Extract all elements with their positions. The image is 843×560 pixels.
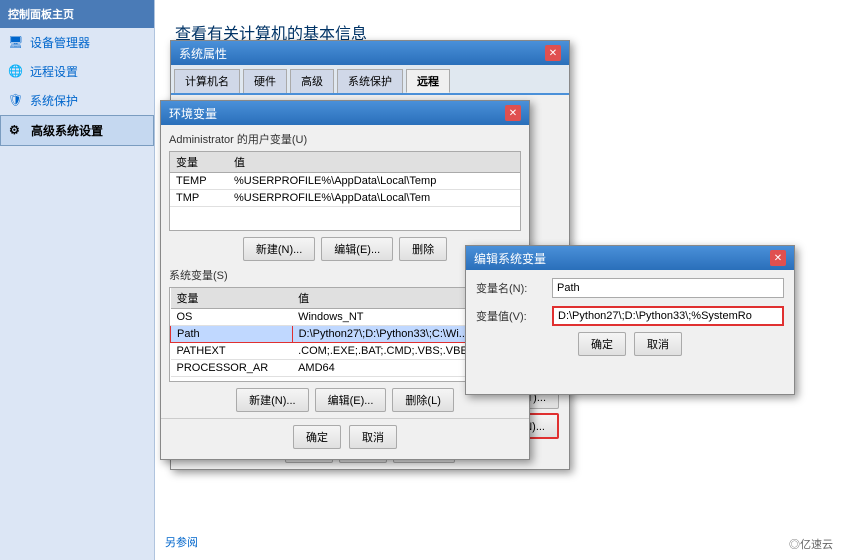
- sidebar-item-device-mgr[interactable]: 🖥 设备管理器: [0, 28, 154, 57]
- sys-var-name: PROCESSOR_AR: [171, 360, 293, 377]
- user-var-name: TMP: [170, 190, 228, 207]
- sysprop-title: 系统属性: [179, 45, 227, 62]
- varname-label: 变量名(N):: [476, 280, 546, 296]
- bottom-link: 另参阅: [165, 534, 198, 550]
- sidebar-item-remote[interactable]: 🌐 远程设置: [0, 57, 154, 86]
- envvar-titlebar: 环境变量 ✕: [161, 101, 529, 125]
- envvar-ok-cancel-row: 确定 取消: [161, 425, 529, 449]
- sidebar-item-label: 设备管理器: [30, 34, 90, 51]
- tab-sysprot[interactable]: 系统保护: [337, 69, 403, 93]
- sidebar-item-adv-sys[interactable]: ⚙ 高级系统设置: [0, 115, 154, 146]
- user-vars-table: 变量 值 TEMP %USERPROFILE%\AppData\Local\Te…: [170, 152, 520, 207]
- sidebar-item-label: 高级系统设置: [31, 122, 103, 139]
- tab-computername[interactable]: 计算机名: [174, 69, 240, 93]
- user-del-button[interactable]: 删除: [399, 237, 447, 261]
- user-vars-table-container: 变量 值 TEMP %USERPROFILE%\AppData\Local\Te…: [169, 151, 521, 231]
- editsysvar-cancel-button[interactable]: 取消: [634, 332, 682, 356]
- sysprop-close-btn[interactable]: ✕: [545, 45, 561, 61]
- divider: [161, 418, 529, 419]
- table-row[interactable]: TEMP %USERPROFILE%\AppData\Local\Temp: [170, 173, 520, 190]
- sys-del-button[interactable]: 删除(L): [392, 388, 453, 412]
- editsysvar-close-btn[interactable]: ✕: [770, 250, 786, 266]
- editsysvar-btn-row: 确定 取消: [466, 332, 794, 356]
- user-col-name: 变量: [170, 152, 228, 173]
- editsysvar-ok-button[interactable]: 确定: [578, 332, 626, 356]
- sidebar-item-sys-protect[interactable]: 🛡 系统保护: [0, 86, 154, 115]
- gear-icon: ⚙: [9, 123, 25, 139]
- varname-row: 变量名(N):: [476, 278, 784, 298]
- varname-input[interactable]: [552, 278, 784, 298]
- user-var-value: %USERPROFILE%\AppData\Local\Tem: [228, 190, 520, 207]
- sys-var-name: PATHEXT: [171, 343, 293, 360]
- tab-remote[interactable]: 远程: [406, 69, 450, 93]
- editsysvar-titlebar: 编辑系统变量 ✕: [466, 246, 794, 270]
- sys-col-name: 变量: [171, 288, 293, 309]
- device-mgr-icon: 🖥: [8, 35, 24, 51]
- sidebar-item-label: 远程设置: [30, 63, 78, 80]
- user-col-value: 值: [228, 152, 520, 173]
- user-new-button[interactable]: 新建(N)...: [243, 237, 315, 261]
- sys-edit-button[interactable]: 编辑(E)...: [315, 388, 387, 412]
- sidebar-item-label: 系统保护: [30, 92, 78, 109]
- sys-new-button[interactable]: 新建(N)...: [236, 388, 308, 412]
- user-vars-label: Administrator 的用户变量(U): [169, 131, 521, 147]
- bottom-link-text: 另参阅: [165, 537, 198, 549]
- user-var-name: TEMP: [170, 173, 228, 190]
- envvar-ok-button[interactable]: 确定: [293, 425, 341, 449]
- shield-icon: 🛡: [8, 93, 24, 109]
- editsysvar-title: 编辑系统变量: [474, 250, 546, 267]
- sysprop-titlebar: 系统属性 ✕: [171, 41, 569, 65]
- envvar-cancel-button[interactable]: 取消: [349, 425, 397, 449]
- sidebar: 控制面板主页 🖥 设备管理器 🌐 远程设置 🛡 系统保护 ⚙ 高级系统设置: [0, 0, 155, 560]
- watermark: ◎亿速云: [789, 536, 833, 552]
- table-row[interactable]: TMP %USERPROFILE%\AppData\Local\Tem: [170, 190, 520, 207]
- user-var-value: %USERPROFILE%\AppData\Local\Temp: [228, 173, 520, 190]
- tab-hardware[interactable]: 硬件: [243, 69, 287, 93]
- editsysvar-dialog: 编辑系统变量 ✕ 变量名(N): 变量值(V): 确定 取消: [465, 245, 795, 395]
- remote-icon: 🌐: [8, 64, 24, 80]
- tab-advanced[interactable]: 高级: [290, 69, 334, 93]
- sidebar-title: 控制面板主页: [0, 0, 154, 28]
- sysprop-tabs: 计算机名 硬件 高级 系统保护 远程: [171, 65, 569, 95]
- varvalue-row: 变量值(V):: [476, 306, 784, 326]
- user-edit-button[interactable]: 编辑(E)...: [321, 237, 393, 261]
- sys-var-name: Path: [171, 326, 293, 343]
- sys-var-name: OS: [171, 309, 293, 326]
- varvalue-label: 变量值(V):: [476, 308, 546, 324]
- varvalue-input[interactable]: [552, 306, 784, 326]
- envvar-title: 环境变量: [169, 105, 217, 122]
- envvar-close-btn[interactable]: ✕: [505, 105, 521, 121]
